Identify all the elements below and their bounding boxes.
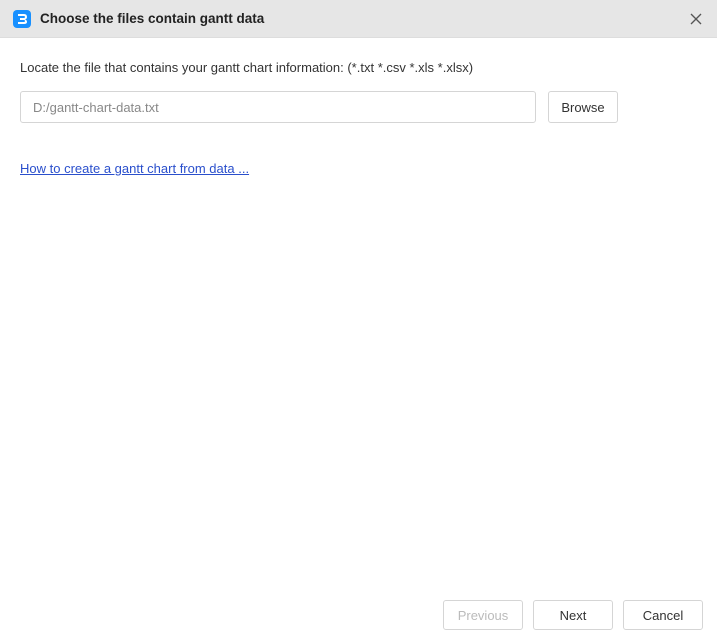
next-button[interactable]: Next — [533, 600, 613, 630]
close-button[interactable] — [687, 10, 705, 28]
titlebar: Choose the files contain gantt data — [0, 0, 717, 38]
browse-button[interactable]: Browse — [548, 91, 618, 123]
prompt-text: Locate the file that contains your gantt… — [20, 60, 697, 75]
file-chooser-row: Browse — [20, 91, 697, 123]
dialog-title: Choose the files contain gantt data — [40, 11, 687, 26]
app-icon — [12, 9, 32, 29]
help-link[interactable]: How to create a gantt chart from data ..… — [20, 161, 249, 176]
previous-button: Previous — [443, 600, 523, 630]
dialog-content: Locate the file that contains your gantt… — [0, 38, 717, 586]
dialog-footer: Previous Next Cancel — [0, 586, 717, 644]
file-path-input[interactable] — [20, 91, 536, 123]
cancel-button[interactable]: Cancel — [623, 600, 703, 630]
